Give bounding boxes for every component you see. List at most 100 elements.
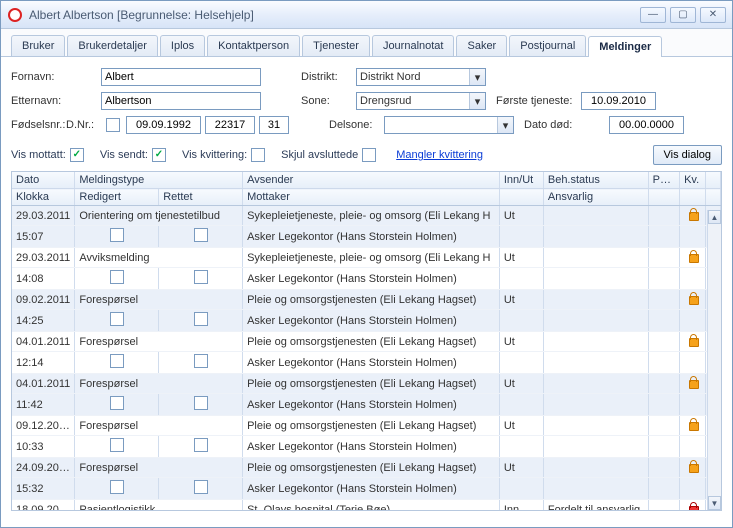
mangler-kvittering-link[interactable]: Mangler kvittering — [396, 149, 483, 161]
tab-meldinger[interactable]: Meldinger — [588, 36, 662, 57]
fornavn-input[interactable] — [101, 68, 261, 86]
dato-dod-label: Dato død: — [524, 119, 609, 131]
rettet-checkbox[interactable] — [194, 480, 208, 494]
tab-postjournal[interactable]: Postjournal — [509, 35, 586, 56]
redigert-checkbox[interactable] — [110, 438, 124, 452]
minimize-button[interactable]: — — [640, 7, 666, 23]
vis-dialog-button[interactable]: Vis dialog — [653, 145, 723, 165]
redigert-checkbox[interactable] — [110, 480, 124, 494]
cell-rettet — [159, 310, 243, 332]
col-dato[interactable]: Dato — [12, 172, 75, 189]
table-row[interactable]: 09.02.2011ForespørselPleie og omsorgstje… — [12, 290, 721, 310]
sone-select[interactable]: Drengsrud ▾ — [356, 92, 486, 110]
redigert-checkbox[interactable] — [110, 312, 124, 326]
vis-sendt-checkbox[interactable] — [152, 148, 166, 162]
table-row[interactable]: 24.09.2010ForespørselPleie og omsorgstje… — [12, 458, 721, 478]
close-button[interactable]: ✕ — [700, 7, 726, 23]
col-klokka[interactable]: Klokka — [12, 189, 75, 206]
distrikt-value: Distrikt Nord — [360, 71, 421, 83]
cell-innut: Inn — [499, 500, 543, 512]
cell-meldingstype: Forespørsel — [75, 332, 243, 352]
delsone-label: Delsone: — [329, 119, 384, 131]
tab-iplos[interactable]: Iplos — [160, 35, 205, 56]
cell-meldingstype: Avviksmelding — [75, 248, 243, 268]
vertical-scrollbar[interactable]: ▲ ▼ — [707, 210, 721, 510]
maximize-button[interactable]: ▢ — [670, 7, 696, 23]
table-row[interactable]: 29.03.2011Orientering om tjenestetilbudS… — [12, 206, 721, 226]
delsone-select[interactable]: ▾ — [384, 116, 514, 134]
col-mottaker[interactable]: Mottaker — [243, 189, 500, 206]
tab-saker[interactable]: Saker — [456, 35, 507, 56]
dato-dod-field[interactable] — [609, 116, 684, 134]
table-row[interactable]: 09.12.2010ForespørselPleie og omsorgstje… — [12, 416, 721, 436]
cell-innut: Ut — [499, 458, 543, 478]
col-ansvarlig[interactable]: Ansvarlig — [543, 189, 648, 206]
table-row[interactable]: 29.03.2011AvviksmeldingSykepleietjeneste… — [12, 248, 721, 268]
cell-behstatus: Fordelt til ansvarlig — [543, 500, 648, 512]
table-row[interactable]: 14:08Asker Legekontor (Hans Storstein Ho… — [12, 268, 721, 290]
window-title: Albert Albertson [Begrunnelse: Helsehjel… — [29, 8, 254, 22]
scroll-up-icon[interactable]: ▲ — [708, 210, 721, 224]
col-post[interactable]: Post. — [648, 172, 679, 189]
cell-rettet — [159, 352, 243, 374]
redigert-checkbox[interactable] — [110, 396, 124, 410]
col-empty3 — [680, 189, 706, 206]
cell-empty — [499, 478, 543, 500]
table-row[interactable]: 04.01.2011ForespørselPleie og omsorgstje… — [12, 332, 721, 352]
rettet-checkbox[interactable] — [194, 270, 208, 284]
redigert-checkbox[interactable] — [110, 270, 124, 284]
dnr-checkbox[interactable] — [106, 118, 120, 132]
col-innut[interactable]: Inn/Ut — [499, 172, 543, 189]
lock-icon — [687, 334, 699, 346]
redigert-checkbox[interactable] — [110, 228, 124, 242]
col-rettet[interactable]: Rettet — [159, 189, 243, 206]
rettet-checkbox[interactable] — [194, 438, 208, 452]
cell-avsender: Pleie og omsorgstjenesten (Eli Lekang Ha… — [243, 290, 500, 310]
table-row[interactable]: 11:42Asker Legekontor (Hans Storstein Ho… — [12, 394, 721, 416]
rettet-checkbox[interactable] — [194, 228, 208, 242]
cell-klokka: 14:08 — [12, 268, 75, 290]
forste-tjeneste-field[interactable] — [581, 92, 656, 110]
col-kv[interactable]: Kv. — [680, 172, 706, 189]
table-row[interactable]: 15:07Asker Legekontor (Hans Storstein Ho… — [12, 226, 721, 248]
scroll-down-icon[interactable]: ▼ — [708, 496, 721, 510]
col-behstatus[interactable]: Beh.status — [543, 172, 648, 189]
table-row[interactable]: 04.01.2011ForespørselPleie og omsorgstje… — [12, 374, 721, 394]
tab-kontaktperson[interactable]: Kontaktperson — [207, 35, 300, 56]
rettet-checkbox[interactable] — [194, 354, 208, 368]
lock-icon — [687, 418, 699, 430]
cell-behstatus — [543, 290, 648, 310]
tab-bruker[interactable]: Bruker — [11, 35, 65, 56]
col-redigert[interactable]: Redigert — [75, 189, 159, 206]
vis-kvittering-checkbox[interactable] — [251, 148, 265, 162]
col-empty2 — [648, 189, 679, 206]
rettet-checkbox[interactable] — [194, 312, 208, 326]
redigert-checkbox[interactable] — [110, 354, 124, 368]
cell-dato: 09.02.2011 — [12, 290, 75, 310]
table-row[interactable]: 12:14Asker Legekontor (Hans Storstein Ho… — [12, 352, 721, 374]
distrikt-select[interactable]: Distrikt Nord ▾ — [356, 68, 486, 86]
fnr2-input[interactable] — [205, 116, 255, 134]
cell-rettet — [159, 226, 243, 248]
etternavn-input[interactable] — [101, 92, 261, 110]
table-row[interactable]: 10:33Asker Legekontor (Hans Storstein Ho… — [12, 436, 721, 458]
sone-value: Drengsrud — [360, 95, 411, 107]
table-row[interactable]: 14:25Asker Legekontor (Hans Storstein Ho… — [12, 310, 721, 332]
vis-mottatt-checkbox[interactable] — [70, 148, 84, 162]
col-meldingstype[interactable]: Meldingstype — [75, 172, 243, 189]
cell-avsender: St. Olavs hospital (Terje Bøe) — [243, 500, 500, 512]
tab-tjenester[interactable]: Tjenester — [302, 35, 370, 56]
tab-journalnotat[interactable]: Journalnotat — [372, 35, 455, 56]
table-row[interactable]: 18.09.2009PasientlogistikkSt. Olavs hosp… — [12, 500, 721, 512]
cell-kv — [680, 206, 706, 226]
fnr3-input[interactable] — [259, 116, 289, 134]
cell-ansvarlig — [543, 394, 648, 416]
cell-empty — [499, 436, 543, 458]
tab-brukerdetaljer[interactable]: Brukerdetaljer — [67, 35, 157, 56]
col-avsender[interactable]: Avsender — [243, 172, 500, 189]
chevron-down-icon: ▾ — [497, 117, 513, 133]
table-row[interactable]: 15:32Asker Legekontor (Hans Storstein Ho… — [12, 478, 721, 500]
skjul-avsluttede-checkbox[interactable] — [362, 148, 376, 162]
rettet-checkbox[interactable] — [194, 396, 208, 410]
fodselsdato-input[interactable] — [126, 116, 201, 134]
